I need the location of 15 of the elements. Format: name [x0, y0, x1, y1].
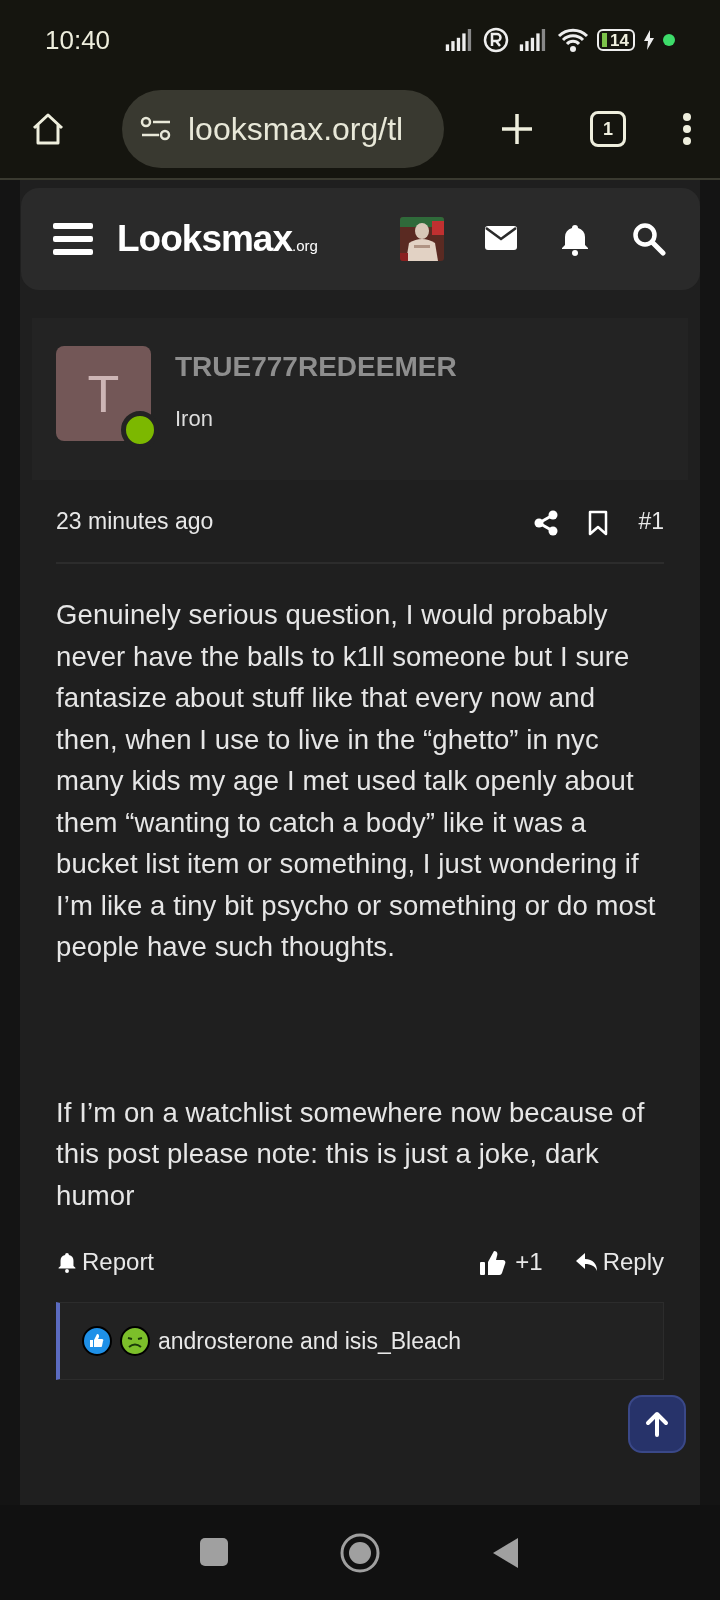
post-number-link[interactable]: #1 [638, 503, 664, 539]
post-date[interactable]: 23 minutes ago [56, 503, 214, 539]
username[interactable]: TRUE777REDEEMER [175, 346, 457, 388]
clock: 10:40 [45, 23, 111, 57]
site-logo[interactable]: Looksmax.org [117, 211, 318, 267]
tab-count-button[interactable]: 1 [590, 111, 626, 147]
reply-button[interactable]: Reply [574, 1244, 664, 1280]
battery-indicator: 14 [597, 29, 635, 51]
post-paragraph: Genuinely serious question, I would probably never have the balls to k1ll someone but I sure fantasize about stuff like that every now and then, when I use to live in the “ghetto” in nyc many kids my age I met used talk openly about them “wanting to catch a body” like it was a bucket list item or something, I just wondering if I’m like a tiny bit psycho or something or do most people have such thoughts. [56, 598, 657, 964]
address-bar[interactable]: looksmax.org/tl [122, 90, 444, 168]
post-paragraph: If I’m on a watchlist somewhere now because of this post please note: this is just a joke, dark humor [56, 1095, 646, 1213]
report-button[interactable]: Report [56, 1244, 155, 1280]
like-button[interactable]: +1 [479, 1244, 543, 1280]
reaction-users-link[interactable]: androsterone and isis_Bleach [158, 1323, 462, 1359]
user-title: Iron [175, 405, 214, 433]
